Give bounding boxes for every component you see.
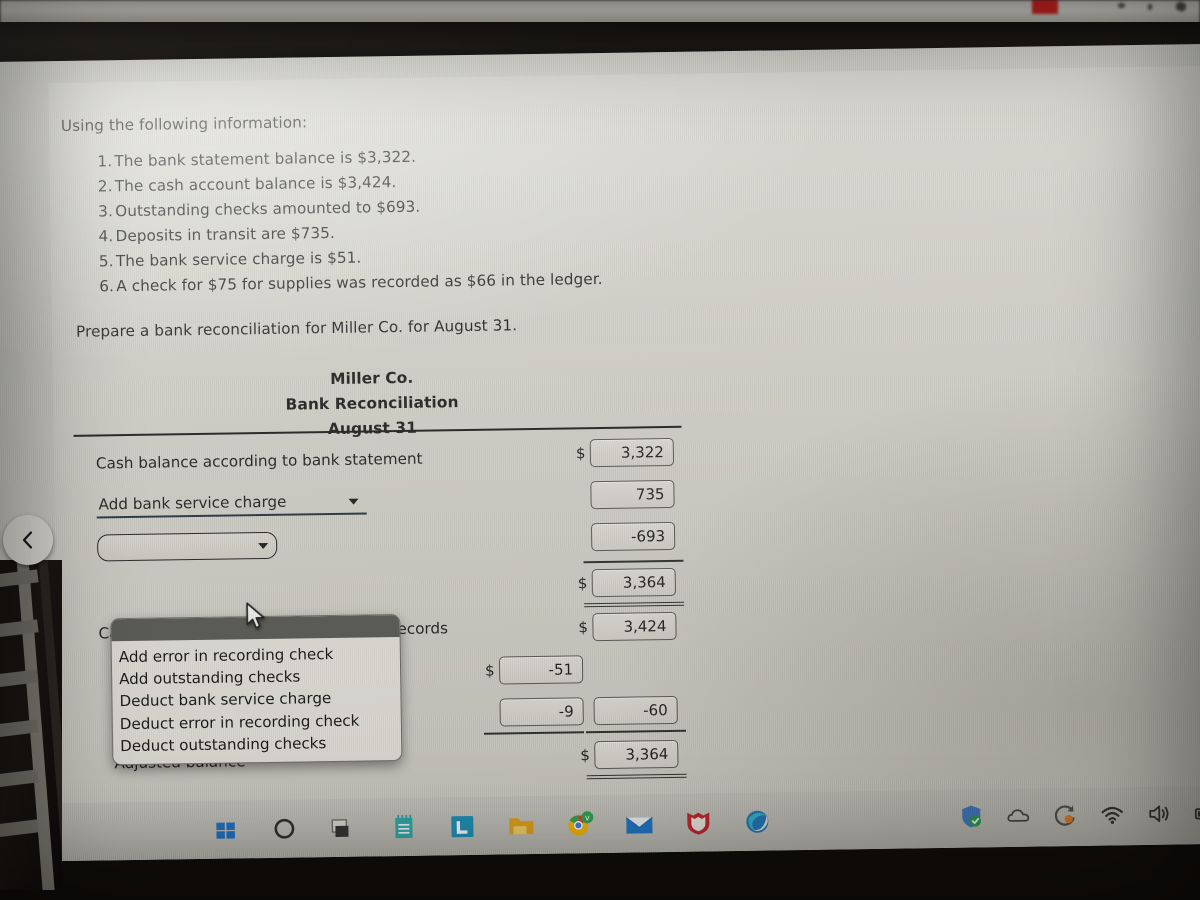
mcafee-icon[interactable] [681,805,716,840]
dollar-sign: $ [578,618,589,637]
deduction-total-field[interactable]: -60 [593,696,678,726]
background-object-b [1148,4,1152,10]
keyboard-key [0,819,39,838]
chevron-left-icon [22,531,33,549]
adjusted-bank-balance-field[interactable]: 3,364 [591,568,677,598]
list-item-text: The cash account balance is $3,424. [114,172,397,195]
dollar-sign: $ [484,662,495,681]
laptop-screen: Using the following information: 1. The b… [0,43,1200,862]
dollar-sign: $ [580,746,591,765]
back-navigation-button[interactable] [3,515,53,565]
list-item-text: The bank statement balance is $3,322. [114,147,417,170]
dropdown-option[interactable]: Deduct error in recording check [113,709,401,735]
adjustment-select-1[interactable]: Add bank service charge [96,488,367,519]
problem-content: Using the following information: 1. The b… [61,105,766,446]
deduction-2-amount-field[interactable]: -9 [499,697,584,727]
list-item-number: 6. [99,277,115,296]
laptop-keyboard-edge [0,560,62,890]
l-app-icon[interactable] [445,809,480,844]
edge-icon[interactable] [740,804,775,839]
laptop-photo: Using the following information: 1. The b… [0,0,1200,900]
chevron-down-icon [258,543,269,550]
application-page: Using the following information: 1. The b… [48,65,1200,844]
list-item-number: 3. [98,201,114,221]
intro-text: Using the following information: [60,113,308,135]
list-item-text: Deposits in transit are $735. [115,223,336,245]
search-icon[interactable] [268,811,303,846]
taskbar-icon-group: v [209,804,774,846]
list-item-number: 2. [97,176,113,196]
security-shield-icon[interactable] [958,803,984,829]
adjustment-2-amount-field[interactable]: -693 [590,522,676,552]
dropdown-option[interactable]: Deduct outstanding checks [113,731,401,757]
list-item-number: 4. [98,226,114,246]
adjustment-select-2[interactable] [97,532,278,562]
adjustment-1-amount-field[interactable]: 735 [590,480,675,510]
dollar-sign: $ [575,444,586,463]
mail-icon[interactable] [622,806,657,841]
chevron-down-icon [348,499,359,506]
mouse-cursor-icon [246,602,269,636]
chrome-icon[interactable]: v [563,807,598,842]
dollar-sign: $ [577,574,588,593]
company-records-field[interactable]: 3,424 [592,612,677,642]
background-object-a [1118,3,1125,8]
wifi-icon[interactable] [1099,801,1125,827]
dropdown-items: Add error in recording check Add outstan… [112,637,402,764]
file-explorer-icon[interactable] [504,808,539,843]
adjustment-select-1-value: Add bank service charge [98,493,287,514]
battery-icon[interactable] [1193,800,1200,826]
list-item-text: The bank service charge is $51. [115,248,362,270]
background-object-c [1174,0,1188,13]
list-item-number: 5. [98,252,114,271]
deduction-1-amount-field[interactable]: -51 [498,655,584,685]
adjusted-balance-double-rule [586,774,687,780]
dropdown-options-list[interactable]: Add error in recording check Add outstan… [110,614,403,766]
task-view-icon[interactable] [327,811,362,846]
bank-balance-label: Cash balance according to bank statement [95,450,423,473]
background-red-object [1032,0,1058,14]
system-tray [958,800,1200,830]
notepad-icon[interactable] [386,810,421,845]
keyboard-key [0,769,39,788]
bank-reconciliation-table: Cash balance according to bank statement… [73,425,693,783]
list-item-number: 1. [97,151,113,171]
bank-balance-field[interactable]: 3,322 [589,438,675,468]
windows-start-icon[interactable] [209,812,244,847]
sync-update-icon[interactable] [1052,802,1078,828]
subtotal-rule [583,560,684,564]
prepare-instruction: Prepare a bank reconciliation for Miller… [75,316,518,342]
onedrive-cloud-icon[interactable] [1005,803,1031,829]
list-item-text: Outstanding checks amounted to $693. [115,197,421,220]
list-item-text: A check for $75 for supplies was recorde… [116,269,603,296]
volume-icon[interactable] [1146,801,1172,827]
adjusted-balance-field[interactable]: 3,364 [594,740,679,770]
information-list: 1. The bank statement balance is $3,322. … [97,140,763,299]
svg-text:v: v [585,813,590,822]
